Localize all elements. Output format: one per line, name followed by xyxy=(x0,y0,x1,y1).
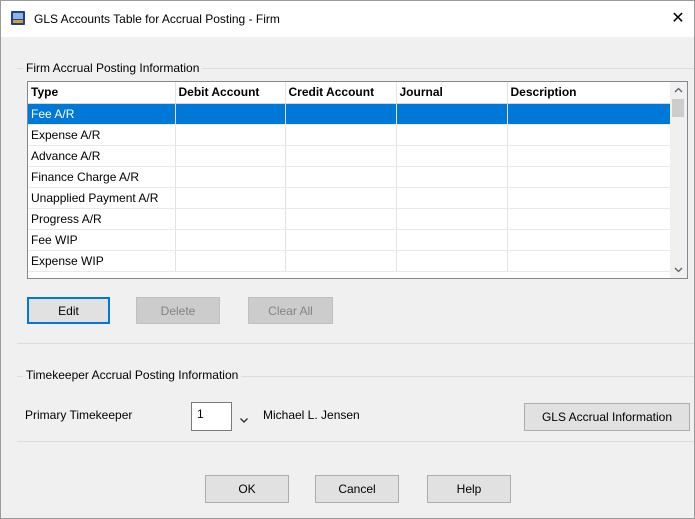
cell-description[interactable] xyxy=(507,145,671,167)
table-row[interactable]: Fee A/R xyxy=(28,103,671,125)
cell-credit-account[interactable] xyxy=(285,103,397,125)
cell-description[interactable] xyxy=(507,229,671,251)
cell-journal[interactable] xyxy=(396,103,508,125)
cell-journal[interactable] xyxy=(396,124,508,146)
column-header-type[interactable]: Type xyxy=(28,82,176,104)
chevron-down-icon[interactable] xyxy=(239,413,251,423)
cell-type[interactable]: Unapplied Payment A/R xyxy=(28,187,176,209)
cell-journal[interactable] xyxy=(396,145,508,167)
table-row[interactable]: Expense WIP xyxy=(28,250,671,272)
column-header-credit-account[interactable]: Credit Account xyxy=(285,82,397,104)
edit-button[interactable]: Edit xyxy=(27,297,110,324)
cell-credit-account[interactable] xyxy=(285,145,397,167)
grid-vertical-scrollbar[interactable] xyxy=(670,82,687,278)
scroll-down-arrow-icon[interactable] xyxy=(670,262,687,278)
cell-description[interactable] xyxy=(507,208,671,230)
firm-accrual-group-label: Firm Accrual Posting Information xyxy=(23,61,203,75)
column-header-description[interactable]: Description xyxy=(507,82,671,104)
cell-description[interactable] xyxy=(507,103,671,125)
primary-timekeeper-value: 1 xyxy=(197,407,204,421)
cell-type[interactable]: Fee A/R xyxy=(28,103,176,125)
cell-description[interactable] xyxy=(507,250,671,272)
cell-journal[interactable] xyxy=(396,208,508,230)
clear-all-button[interactable]: Clear All xyxy=(248,297,333,324)
ok-button[interactable]: OK xyxy=(205,475,289,503)
gls-accrual-information-button[interactable]: GLS Accrual Information xyxy=(524,403,690,431)
cell-type[interactable]: Progress A/R xyxy=(28,208,176,230)
cell-debit-account[interactable] xyxy=(175,187,286,209)
cell-description[interactable] xyxy=(507,124,671,146)
cell-debit-account[interactable] xyxy=(175,124,286,146)
cell-description[interactable] xyxy=(507,166,671,188)
app-icon xyxy=(10,10,26,26)
dialog-window: GLS Accounts Table for Accrual Posting -… xyxy=(0,0,695,519)
cell-debit-account[interactable] xyxy=(175,229,286,251)
accrual-accounts-grid[interactable]: Type Debit Account Credit Account Journa… xyxy=(27,81,688,279)
scroll-up-arrow-icon[interactable] xyxy=(670,82,687,98)
cell-debit-account[interactable] xyxy=(175,103,286,125)
cell-credit-account[interactable] xyxy=(285,229,397,251)
cell-credit-account[interactable] xyxy=(285,124,397,146)
column-header-journal[interactable]: Journal xyxy=(396,82,508,104)
cell-journal[interactable] xyxy=(396,229,508,251)
cell-journal[interactable] xyxy=(396,166,508,188)
grid-header-row: Type Debit Account Credit Account Journa… xyxy=(28,82,671,104)
close-icon: ✕ xyxy=(671,10,685,27)
timekeeper-accrual-group-label: Timekeeper Accrual Posting Information xyxy=(23,368,242,382)
cell-credit-account[interactable] xyxy=(285,187,397,209)
close-button[interactable]: ✕ xyxy=(665,7,691,31)
column-header-debit-account[interactable]: Debit Account xyxy=(175,82,286,104)
cell-credit-account[interactable] xyxy=(285,250,397,272)
primary-timekeeper-input[interactable]: 1 xyxy=(191,402,232,431)
cancel-button[interactable]: Cancel xyxy=(315,475,399,503)
cell-type[interactable]: Fee WIP xyxy=(28,229,176,251)
title-bar: GLS Accounts Table for Accrual Posting -… xyxy=(1,1,694,37)
table-row[interactable]: Finance Charge A/R xyxy=(28,166,671,188)
cell-debit-account[interactable] xyxy=(175,166,286,188)
cell-type[interactable]: Expense A/R xyxy=(28,124,176,146)
scroll-thumb[interactable] xyxy=(672,99,684,117)
accrual-accounts-table: Type Debit Account Credit Account Journa… xyxy=(28,82,671,272)
table-row[interactable]: Progress A/R xyxy=(28,208,671,230)
cell-description[interactable] xyxy=(507,187,671,209)
table-row[interactable]: Advance A/R xyxy=(28,145,671,167)
cell-journal[interactable] xyxy=(396,250,508,272)
help-button[interactable]: Help xyxy=(427,475,511,503)
table-row[interactable]: Fee WIP xyxy=(28,229,671,251)
cell-type[interactable]: Finance Charge A/R xyxy=(28,166,176,188)
cell-type[interactable]: Advance A/R xyxy=(28,145,176,167)
table-row[interactable]: Expense A/R xyxy=(28,124,671,146)
cell-debit-account[interactable] xyxy=(175,145,286,167)
primary-timekeeper-name: Michael L. Jensen xyxy=(263,408,360,422)
cell-debit-account[interactable] xyxy=(175,208,286,230)
primary-timekeeper-label: Primary Timekeeper xyxy=(25,408,133,422)
cell-debit-account[interactable] xyxy=(175,250,286,272)
cell-journal[interactable] xyxy=(396,187,508,209)
cell-credit-account[interactable] xyxy=(285,208,397,230)
table-row[interactable]: Unapplied Payment A/R xyxy=(28,187,671,209)
cell-credit-account[interactable] xyxy=(285,166,397,188)
cell-type[interactable]: Expense WIP xyxy=(28,250,176,272)
delete-button[interactable]: Delete xyxy=(136,297,220,324)
window-title: GLS Accounts Table for Accrual Posting -… xyxy=(34,12,280,26)
